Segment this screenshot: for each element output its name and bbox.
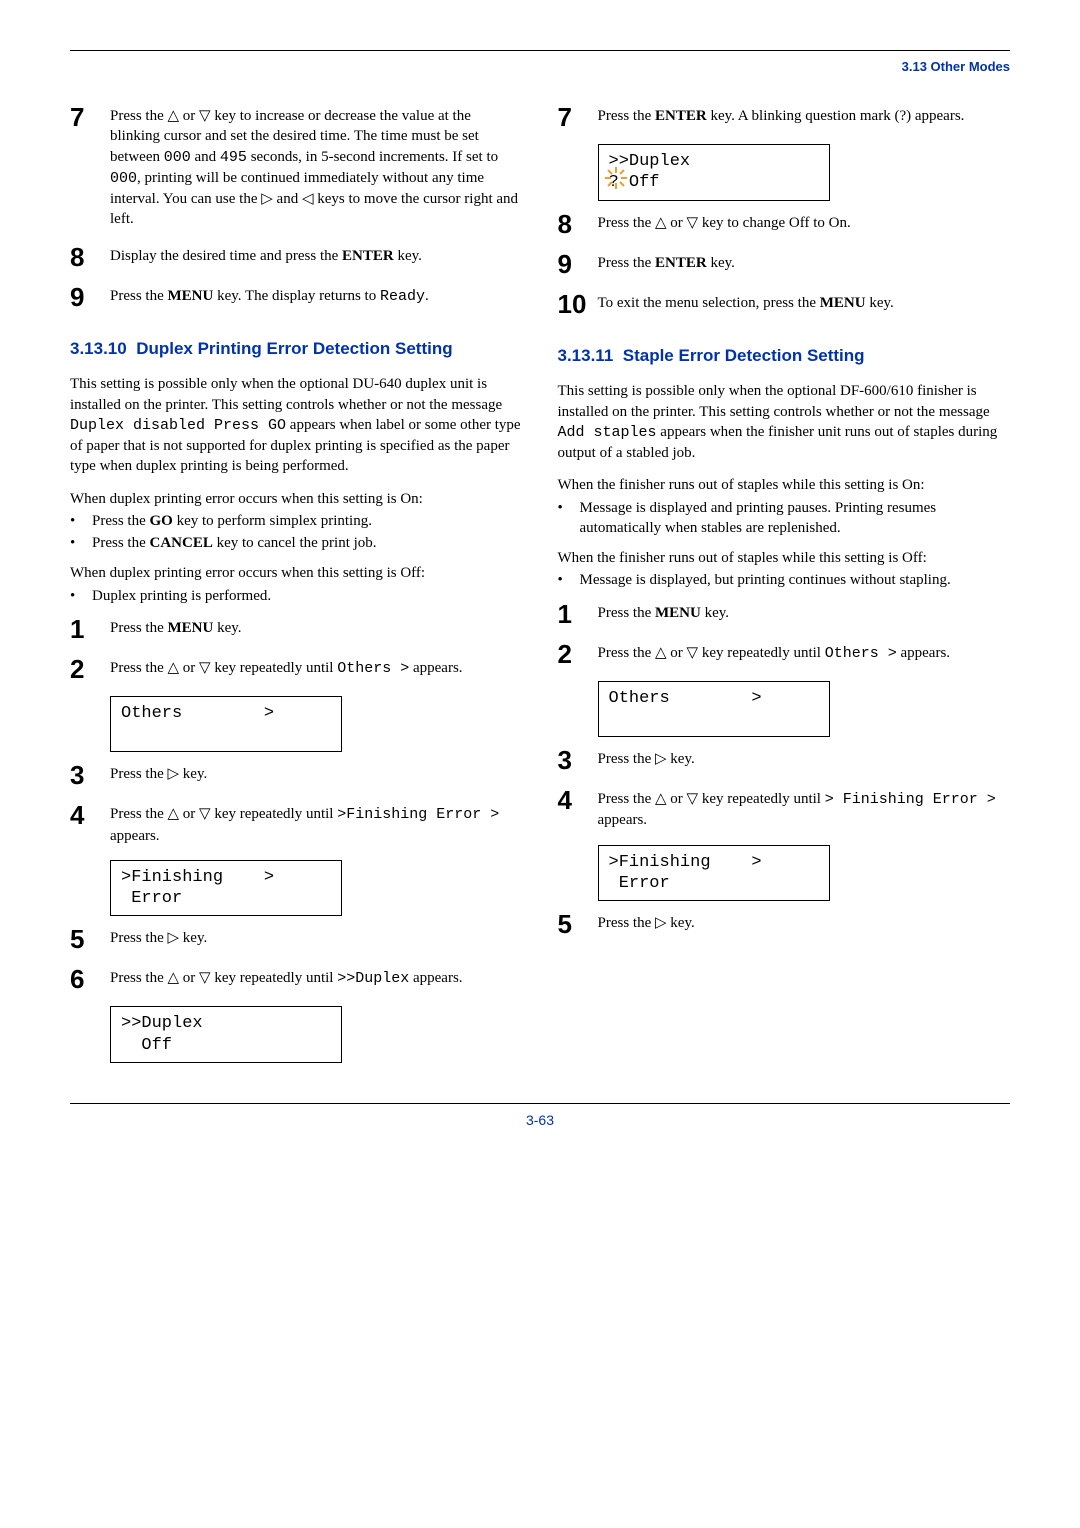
display-finishing-right: >Finishing > Error (598, 845, 830, 902)
finisher-off-line: When the finisher runs out of staples wh… (558, 548, 1011, 568)
r-step5-text: Press the ▷ key. (598, 911, 695, 933)
r-step3-text: Press the ▷ key. (598, 747, 695, 769)
left-step5-text: Press the ▷ key. (110, 926, 207, 948)
blink-cursor-icon (605, 167, 627, 189)
r-step1-num: 1 (558, 601, 598, 627)
on-setting-line: When duplex printing error occurs when t… (70, 489, 523, 509)
header-breadcrumb: 3.13 Other Modes (70, 59, 1010, 74)
finisher-on-line: When the finisher runs out of staples wh… (558, 475, 1011, 495)
r-step5-num: 5 (558, 911, 598, 937)
r-step3-num: 3 (558, 747, 598, 773)
right-step8-text: Press the △ or ▽ key to change Off to On… (598, 211, 851, 233)
display-others-left: Others > (110, 696, 342, 753)
right-step10-num: 10 (558, 291, 598, 317)
header-rule (70, 50, 1010, 51)
right-step7-text: Press the ENTER key. A blinking question… (598, 104, 965, 126)
step-7-text: Press the △ or ▽ key to increase or decr… (110, 104, 523, 230)
r-step1-text: Press the MENU key. (598, 601, 730, 623)
right-step9-num: 9 (558, 251, 598, 277)
left-step5-num: 5 (70, 926, 110, 952)
step-8-text: Display the desired time and press the E… (110, 244, 422, 266)
right-step7-num: 7 (558, 104, 598, 130)
left-step1-text: Press the MENU key. (110, 616, 242, 638)
finisher-off-bullet: •Message is displayed, but printing cont… (558, 570, 1011, 590)
step-number-8: 8 (70, 244, 110, 270)
left-step6-num: 6 (70, 966, 110, 992)
r-step2-text: Press the △ or ▽ key repeatedly until Ot… (598, 641, 951, 664)
bullet-on-1: •Press the GO key to perform simplex pri… (70, 511, 523, 531)
right-step9-text: Press the ENTER key. (598, 251, 735, 273)
left-step6-text: Press the △ or ▽ key repeatedly until >>… (110, 966, 463, 989)
left-step3-num: 3 (70, 762, 110, 788)
r-step2-num: 2 (558, 641, 598, 667)
step-number-7: 7 (70, 104, 110, 130)
step-number-9: 9 (70, 284, 110, 310)
right-step8-num: 8 (558, 211, 598, 237)
right-column: 7 Press the ENTER key. A blinking questi… (558, 104, 1011, 1073)
left-step4-text: Press the △ or ▽ key repeatedly until >F… (110, 802, 523, 846)
left-step4-num: 4 (70, 802, 110, 828)
section-3-13-10-title: 3.13.10 Duplex Printing Error Detection … (70, 338, 523, 361)
finisher-on-bullet: •Message is displayed and printing pause… (558, 498, 1011, 539)
section-3-13-11-title: 3.13.11 Staple Error Detection Setting (558, 345, 1011, 368)
display-duplex-left: >>Duplex Off (110, 1006, 342, 1063)
off-setting-line: When duplex printing error occurs when t… (70, 563, 523, 583)
left-step3-text: Press the ▷ key. (110, 762, 207, 784)
display-finishing-left: >Finishing > Error (110, 860, 342, 917)
display-others-right: Others > (598, 681, 830, 738)
r-step4-num: 4 (558, 787, 598, 813)
r-step4-text: Press the △ or ▽ key repeatedly until > … (598, 787, 1011, 831)
section-3-13-10-intro: This setting is possible only when the o… (70, 374, 523, 476)
step-9-text: Press the MENU key. The display returns … (110, 284, 429, 307)
left-step2-text: Press the △ or ▽ key repeatedly until Ot… (110, 656, 463, 679)
page-number: 3-63 (70, 1112, 1010, 1128)
footer-rule (70, 1103, 1010, 1104)
left-step1-num: 1 (70, 616, 110, 642)
display-duplex-blink: >>Duplex? Off (598, 144, 830, 201)
left-column: 7 Press the △ or ▽ key to increase or de… (70, 104, 523, 1073)
bullet-on-2: •Press the CANCEL key to cancel the prin… (70, 533, 523, 553)
bullet-off-1: •Duplex printing is performed. (70, 586, 523, 606)
left-step2-num: 2 (70, 656, 110, 682)
section-3-13-11-intro: This setting is possible only when the o… (558, 381, 1011, 463)
right-step10-text: To exit the menu selection, press the ME… (598, 291, 894, 313)
